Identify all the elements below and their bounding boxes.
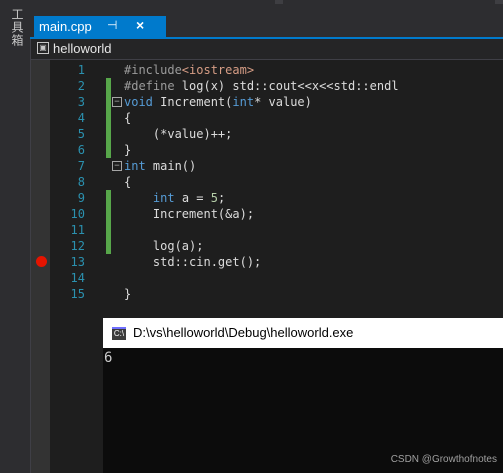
console-title: D:\vs\helloworld\Debug\helloworld.exe: [133, 325, 354, 340]
scroll-glyph: [275, 0, 283, 4]
code-text: {: [124, 175, 132, 189]
line-number: 10: [70, 207, 85, 221]
tab-main-cpp[interactable]: main.cpp ⊣ ×: [34, 16, 166, 38]
code-line[interactable]: 9 int a = 5;: [31, 190, 503, 206]
change-indicator: [106, 142, 111, 158]
breakpoint-icon[interactable]: [36, 256, 47, 267]
line-number: 8: [77, 175, 85, 189]
code-text: int a = 5;: [152, 191, 226, 205]
code-text: std::cin.get();: [124, 255, 262, 269]
console-output: 6: [104, 350, 113, 366]
code-text: void Increment(int* value): [124, 95, 312, 109]
line-number: 3: [77, 95, 85, 109]
line-number: 5: [77, 127, 85, 141]
line-number: 15: [70, 287, 85, 301]
close-icon[interactable]: ×: [136, 17, 144, 33]
code-line[interactable]: 1 #include<iostream>: [31, 62, 503, 78]
change-indicator: [106, 206, 111, 222]
code-line[interactable]: 7 − int main(): [31, 158, 503, 174]
change-indicator: [106, 238, 111, 254]
console-title-bar[interactable]: C:\ D:\vs\helloworld\Debug\helloworld.ex…: [103, 318, 503, 348]
code-text: }: [124, 287, 132, 301]
console-window[interactable]: C:\ D:\vs\helloworld\Debug\helloworld.ex…: [103, 318, 503, 473]
scroll-glyph: [495, 0, 503, 4]
code-line[interactable]: 8{: [31, 174, 503, 190]
navigation-bar[interactable]: ▣ helloworld: [31, 39, 503, 60]
code-line[interactable]: 6}: [31, 142, 503, 158]
code-line[interactable]: 12 log(a);: [31, 238, 503, 254]
line-number: 12: [70, 239, 85, 253]
project-icon: ▣: [37, 42, 49, 54]
code-text: int main(): [124, 159, 197, 173]
change-indicator: [106, 110, 111, 126]
change-indicator: [106, 78, 111, 94]
change-indicator: [106, 190, 111, 206]
pin-icon[interactable]: ⊣: [107, 18, 117, 32]
line-number: 14: [70, 271, 85, 285]
change-indicator: [106, 126, 111, 142]
code-text: #define log(x) std::cout<<x<<std::endl: [124, 79, 399, 93]
line-number: 7: [77, 159, 85, 173]
code-line[interactable]: 11: [31, 222, 503, 238]
line-number: 2: [77, 79, 85, 93]
code-text: {: [124, 111, 132, 125]
line-number: 4: [77, 111, 85, 125]
tab-title: main.cpp: [39, 19, 92, 34]
line-number: 9: [77, 191, 85, 205]
change-indicator: [106, 222, 111, 238]
tab-strip: main.cpp ⊣ ×: [30, 0, 503, 38]
console-app-icon: C:\: [112, 327, 126, 340]
toolbox-strip[interactable]: 工具箱: [0, 0, 31, 473]
project-dropdown[interactable]: helloworld: [53, 41, 112, 56]
code-text: #include<iostream>: [124, 63, 255, 77]
code-line[interactable]: 10 Increment(&a);: [31, 206, 503, 222]
line-number: 1: [77, 63, 85, 77]
code-line[interactable]: 13 std::cin.get();: [31, 254, 503, 270]
change-indicator: [106, 94, 111, 110]
code-text: }: [124, 143, 132, 157]
code-line[interactable]: 15}: [31, 286, 503, 302]
line-number: 11: [70, 223, 85, 237]
code-line[interactable]: 14: [31, 270, 503, 286]
code-line[interactable]: 3 − void Increment(int* value): [31, 94, 503, 110]
fold-toggle-icon[interactable]: −: [112, 97, 122, 107]
watermark: CSDN @Growthofnotes: [390, 454, 497, 465]
code-line[interactable]: 2 #define log(x) std::cout<<x<<std::endl: [31, 78, 503, 94]
code-text: log(a);: [124, 239, 204, 253]
code-line[interactable]: 5 (*value)++;: [31, 126, 503, 142]
code-line[interactable]: 4{: [31, 110, 503, 126]
toolbox-label[interactable]: 工具箱: [9, 8, 24, 47]
line-number: 6: [77, 143, 85, 157]
code-text: Increment(&a);: [124, 207, 255, 221]
code-text: (*value)++;: [124, 127, 233, 141]
fold-toggle-icon[interactable]: −: [112, 161, 122, 171]
